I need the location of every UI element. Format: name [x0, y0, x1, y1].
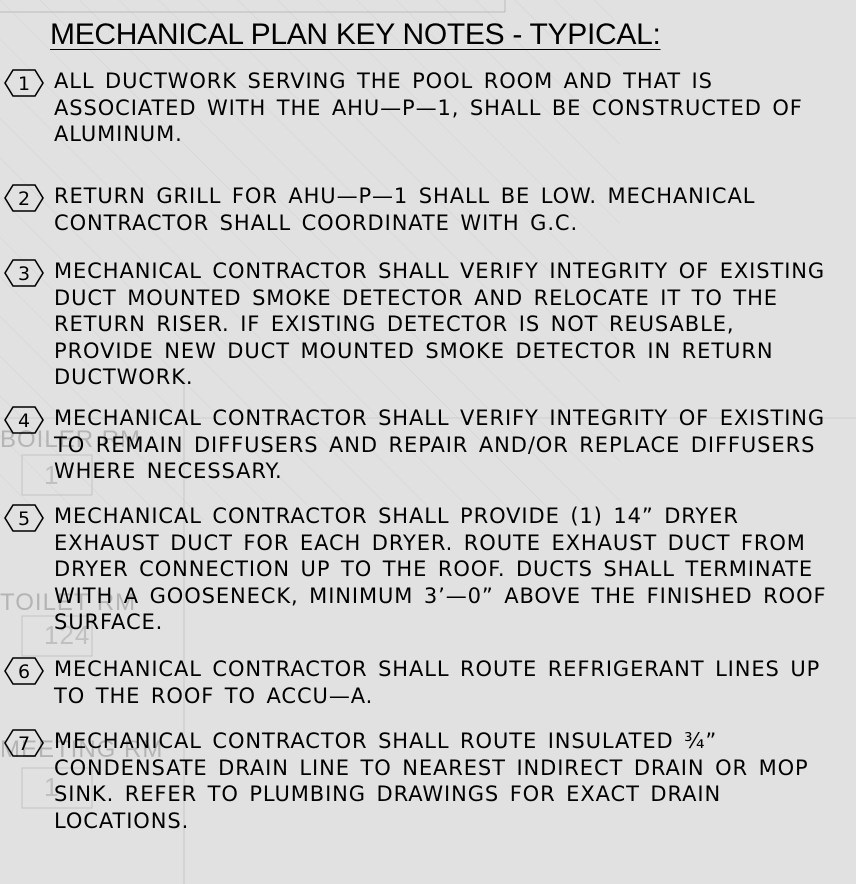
key-note-text-line: RETURN RISER. IF EXISTING DETECTOR IS NO… — [54, 312, 735, 336]
key-note-text-line: TO REMAIN DIFFUSERS AND REPAIR AND/OR RE… — [54, 432, 816, 457]
key-note-text-line: SURFACE. — [54, 610, 164, 634]
key-note-text-line: EXHAUST DUCT FOR EACH DRYER. ROUTE EXHAU… — [54, 530, 806, 555]
key-note-text-line: SINK. REFER TO PLUMBING DRAWINGS FOR EXA… — [54, 782, 722, 806]
key-note-text-line: ALUMINUM. — [54, 122, 183, 146]
key-note-number: 6 — [18, 661, 30, 683]
key-note-number: 4 — [18, 410, 30, 432]
hexagon-marker-icon: 3 — [3, 258, 45, 288]
key-note-text-line: MECHANICAL CONTRACTOR SHALL VERIFY INTEG… — [54, 259, 826, 283]
key-note-text-line: ALL DUCTWORK SERVING THE POOL ROOM AND T… — [54, 69, 713, 93]
key-note-text-line: WITH A GOOSENECK, MINIMUM 3’—0” ABOVE TH… — [54, 583, 827, 608]
key-note-number: 3 — [18, 263, 30, 285]
key-note-number: 5 — [18, 508, 30, 530]
key-note-text-line: LOCATIONS. — [54, 808, 190, 833]
key-note-text-line: RETURN GRILL FOR AHU—P—1 SHALL BE LOW. M… — [54, 184, 756, 208]
key-note-text-line: MECHANICAL CONTRACTOR SHALL ROUTE INSULA… — [54, 729, 718, 753]
key-note-text-line: WHERE NECESSARY. — [54, 459, 283, 483]
key-note-text-line: DRYER CONNECTION UP TO THE ROOF. DUCTS S… — [54, 557, 814, 581]
key-note-number: 2 — [18, 188, 30, 210]
key-note-text-line: TO THE ROOF TO ACCU—A. — [54, 683, 374, 708]
hexagon-marker-icon: 5 — [3, 503, 45, 533]
key-note-number: 7 — [18, 733, 30, 755]
key-note-text-line: DUCTWORK. — [54, 365, 194, 389]
key-note-text-line: MECHANICAL CONTRACTOR SHALL VERIFY INTEG… — [54, 406, 826, 430]
key-note-text-line: CONDENSATE DRAIN LINE TO NEAREST INDIREC… — [54, 755, 809, 780]
key-note-text-line: ASSOCIATED WITH THE AHU—P—1, SHALL BE CO… — [54, 95, 803, 120]
hexagon-marker-icon: 1 — [3, 68, 45, 98]
key-note-text-line: PROVIDE NEW DUCT MOUNTED SMOKE DETECTOR … — [54, 338, 774, 363]
hexagon-marker-icon: 7 — [3, 728, 45, 758]
hexagon-marker-icon: 6 — [3, 656, 45, 686]
key-note-number: 1 — [18, 73, 30, 95]
hexagon-marker-icon: 2 — [3, 183, 45, 213]
hexagon-marker-icon: 4 — [3, 405, 45, 435]
key-note-text-line: MECHANICAL CONTRACTOR SHALL ROUTE REFRIG… — [54, 657, 821, 681]
page-title: MECHANICAL PLAN KEY NOTES - TYPICAL: — [50, 18, 661, 51]
key-note-text-line: CONTRACTOR SHALL COORDINATE WITH G.C. — [54, 210, 579, 235]
key-note-text-line: MECHANICAL CONTRACTOR SHALL PROVIDE (1) … — [54, 504, 739, 528]
key-note-text-line: DUCT MOUNTED SMOKE DETECTOR AND RELOCATE… — [54, 285, 778, 310]
